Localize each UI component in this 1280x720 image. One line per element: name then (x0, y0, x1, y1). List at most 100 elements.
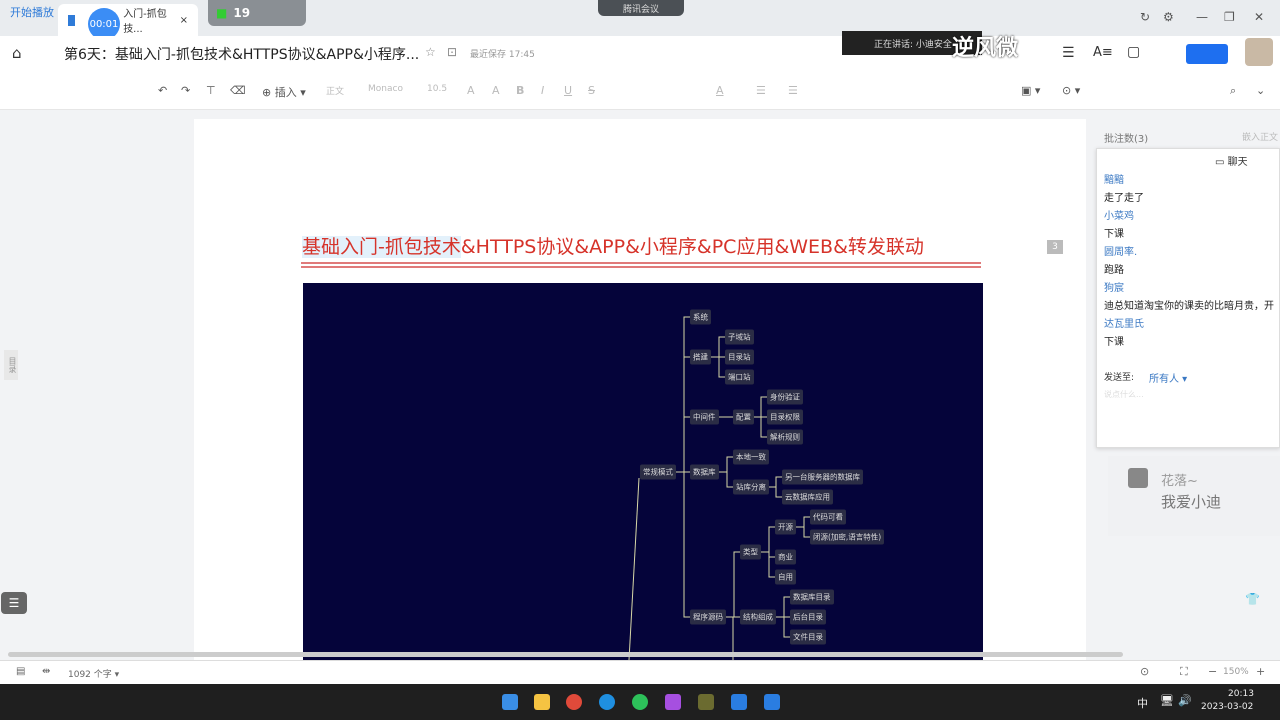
font-color-icon[interactable]: A (716, 84, 724, 97)
chat-sender: 圆周率. (1104, 247, 1138, 258)
watermark-text: 逆风微 (952, 36, 1019, 61)
undo-icon[interactable]: ↶ (158, 84, 167, 97)
italic-icon[interactable]: I (541, 84, 544, 97)
start-icon[interactable] (502, 694, 518, 710)
redo-icon[interactable]: ↷ (181, 84, 190, 97)
horizontal-scrollbar[interactable] (8, 652, 1123, 657)
heading-selected-text[interactable]: 基础入门-抓包技术 (302, 236, 461, 258)
mindmap-node: 自用 (775, 569, 796, 585)
mindmap-connector (761, 551, 775, 558)
send-to-select[interactable]: 所有人 ▾ (1149, 370, 1187, 385)
strikethrough-icon[interactable]: S (588, 84, 595, 97)
comment-count[interactable]: 批注数(3) (1104, 130, 1148, 145)
outline-button[interactable]: ☰ (1, 592, 27, 614)
tab-document[interactable]: 入门-抓包技... × (58, 4, 198, 36)
font-grow-icon[interactable]: A (467, 84, 475, 97)
embed-label[interactable]: 嵌入正文 (1242, 130, 1278, 143)
home-icon[interactable]: ⌂ (12, 44, 22, 62)
present-icon[interactable]: ▢ (1127, 44, 1140, 60)
mindmap-node: 闭源(加密,语言特性) (810, 529, 885, 545)
underline-icon[interactable]: U (564, 84, 572, 97)
font-shrink-icon[interactable]: A (492, 84, 500, 97)
maximize-button[interactable]: ❐ (1224, 10, 1235, 24)
mindmap-node: 后台目录 (790, 609, 826, 625)
menu-icon[interactable]: ☰ (1062, 45, 1075, 61)
move-icon[interactable]: ⊡ (447, 45, 457, 59)
mindmap-node: 数据库 (690, 464, 719, 480)
font-select[interactable]: Monaco (368, 84, 403, 94)
search-icon[interactable]: ⌕ (1230, 84, 1236, 98)
mindmap-node: 子域站 (725, 329, 754, 345)
meeting-app-icon[interactable] (764, 694, 780, 710)
shield-icon: ■ (216, 6, 228, 20)
mindmap-connector (761, 551, 775, 578)
shirt-icon[interactable]: 👕 (1245, 592, 1260, 606)
refresh-icon[interactable]: ↻ (1140, 10, 1150, 24)
zoom-in-button[interactable]: + (1256, 665, 1265, 678)
comment-badge[interactable]: 3 (1047, 240, 1063, 254)
mindmap-connector (676, 416, 690, 473)
insert-button[interactable]: ⊕ 插入 ▾ (262, 84, 306, 100)
doc-icon[interactable]: ▤ (16, 666, 25, 677)
size-select[interactable]: 10.5 (427, 84, 447, 94)
text-format-icon[interactable]: A≡ (1093, 45, 1113, 60)
toc-tab[interactable]: 目录 (4, 350, 18, 380)
tab-title: 入门-抓包技... (123, 9, 167, 35)
save-status: 最近保存 17:45 (470, 50, 535, 60)
share-button[interactable] (1186, 44, 1228, 64)
number-list-icon[interactable]: ☰ (788, 84, 798, 97)
format-painter-icon[interactable]: ⊤ (206, 84, 216, 97)
chat-message: 下课 (1104, 229, 1124, 240)
app-icon-2[interactable] (698, 694, 714, 710)
chat-title-text: 聊天 (1227, 157, 1248, 168)
meeting-bar[interactable]: 腾讯会议 (598, 0, 684, 16)
play-icon[interactable]: ⊙ (1140, 665, 1149, 678)
bullet-list-icon[interactable]: ☰ (756, 84, 766, 97)
close-tab-icon[interactable]: × (180, 15, 188, 26)
doc-title[interactable]: 第6天：基础入门-抓包技术&HTTPS协议&APP&小程序... (64, 44, 419, 64)
collapse-toolbar-icon[interactable]: ⌄ (1256, 84, 1265, 97)
wechat-icon[interactable] (632, 694, 648, 710)
plugin-icon[interactable]: ⊙ ▾ (1062, 84, 1080, 97)
zoom-level[interactable]: 150% (1223, 667, 1249, 677)
star-icon[interactable]: ☆ (425, 45, 436, 59)
file-explorer-icon[interactable] (534, 694, 550, 710)
zoom-out-button[interactable]: − (1208, 665, 1217, 678)
bold-icon[interactable]: B (516, 84, 524, 97)
app-icon-3[interactable] (731, 694, 747, 710)
mindmap-node: 身份验证 (767, 389, 803, 405)
mindmap-node: 配置 (733, 409, 754, 425)
app-icon[interactable] (665, 694, 681, 710)
edge-icon[interactable] (599, 694, 615, 710)
mindmap-image: 常规模式 系统 搭建 子域站 目录站 端口站 中间件 配置 身份验证 目录权限 解析规则 数据库 本地一… (303, 283, 983, 660)
chrome-icon[interactable] (566, 694, 582, 710)
avatar[interactable] (1245, 38, 1273, 66)
mindmap-node: 文件目录 (790, 629, 826, 645)
fullscreen-icon[interactable]: ⛶ (1180, 665, 1188, 679)
danmu-message: 花落~ 我爱小迪 (1108, 456, 1280, 536)
word-count[interactable]: 1092 个字 ▾ (68, 667, 119, 680)
volume-icon[interactable]: 🔊 (1178, 694, 1192, 707)
document-heading[interactable]: 基础入门-抓包技术&HTTPS协议&APP&小程序&PC应用&WEB&转发联动 (302, 232, 924, 259)
chat-sender: 狗宸 (1104, 283, 1124, 294)
heading-text[interactable]: &HTTPS协议&APP&小程序&PC应用&WEB&转发联动 (461, 236, 924, 258)
page-icon[interactable]: ▣ ▾ (1021, 84, 1040, 97)
mindmap-node: 解析规则 (767, 429, 803, 445)
play-label[interactable]: 开始播放 (10, 4, 54, 20)
close-button[interactable]: ✕ (1254, 10, 1264, 24)
minimize-button[interactable]: — (1196, 10, 1208, 24)
chat-input[interactable]: 说点什么... (1104, 389, 1144, 400)
clock-time[interactable]: 20:13 (1228, 689, 1254, 699)
eraser-icon[interactable]: ⌫ (230, 84, 246, 97)
width-icon[interactable]: ⇹ (42, 666, 50, 677)
settings-icon[interactable]: ⚙ (1163, 10, 1174, 24)
chat-sender: 达瓦里氏 (1104, 319, 1144, 330)
word-count-text: 1092 个字 (68, 670, 112, 680)
mindmap-connector (676, 316, 690, 473)
mindmap-node: 站库分离 (733, 479, 769, 495)
style-select[interactable]: 正文 (326, 84, 344, 97)
clock-date[interactable]: 2023-03-02 (1201, 702, 1253, 712)
chat-title: ▭ 聊天 (1215, 157, 1248, 168)
ime-indicator[interactable]: 中 (1137, 695, 1148, 711)
network-icon[interactable]: 🖥 (1160, 694, 1174, 707)
